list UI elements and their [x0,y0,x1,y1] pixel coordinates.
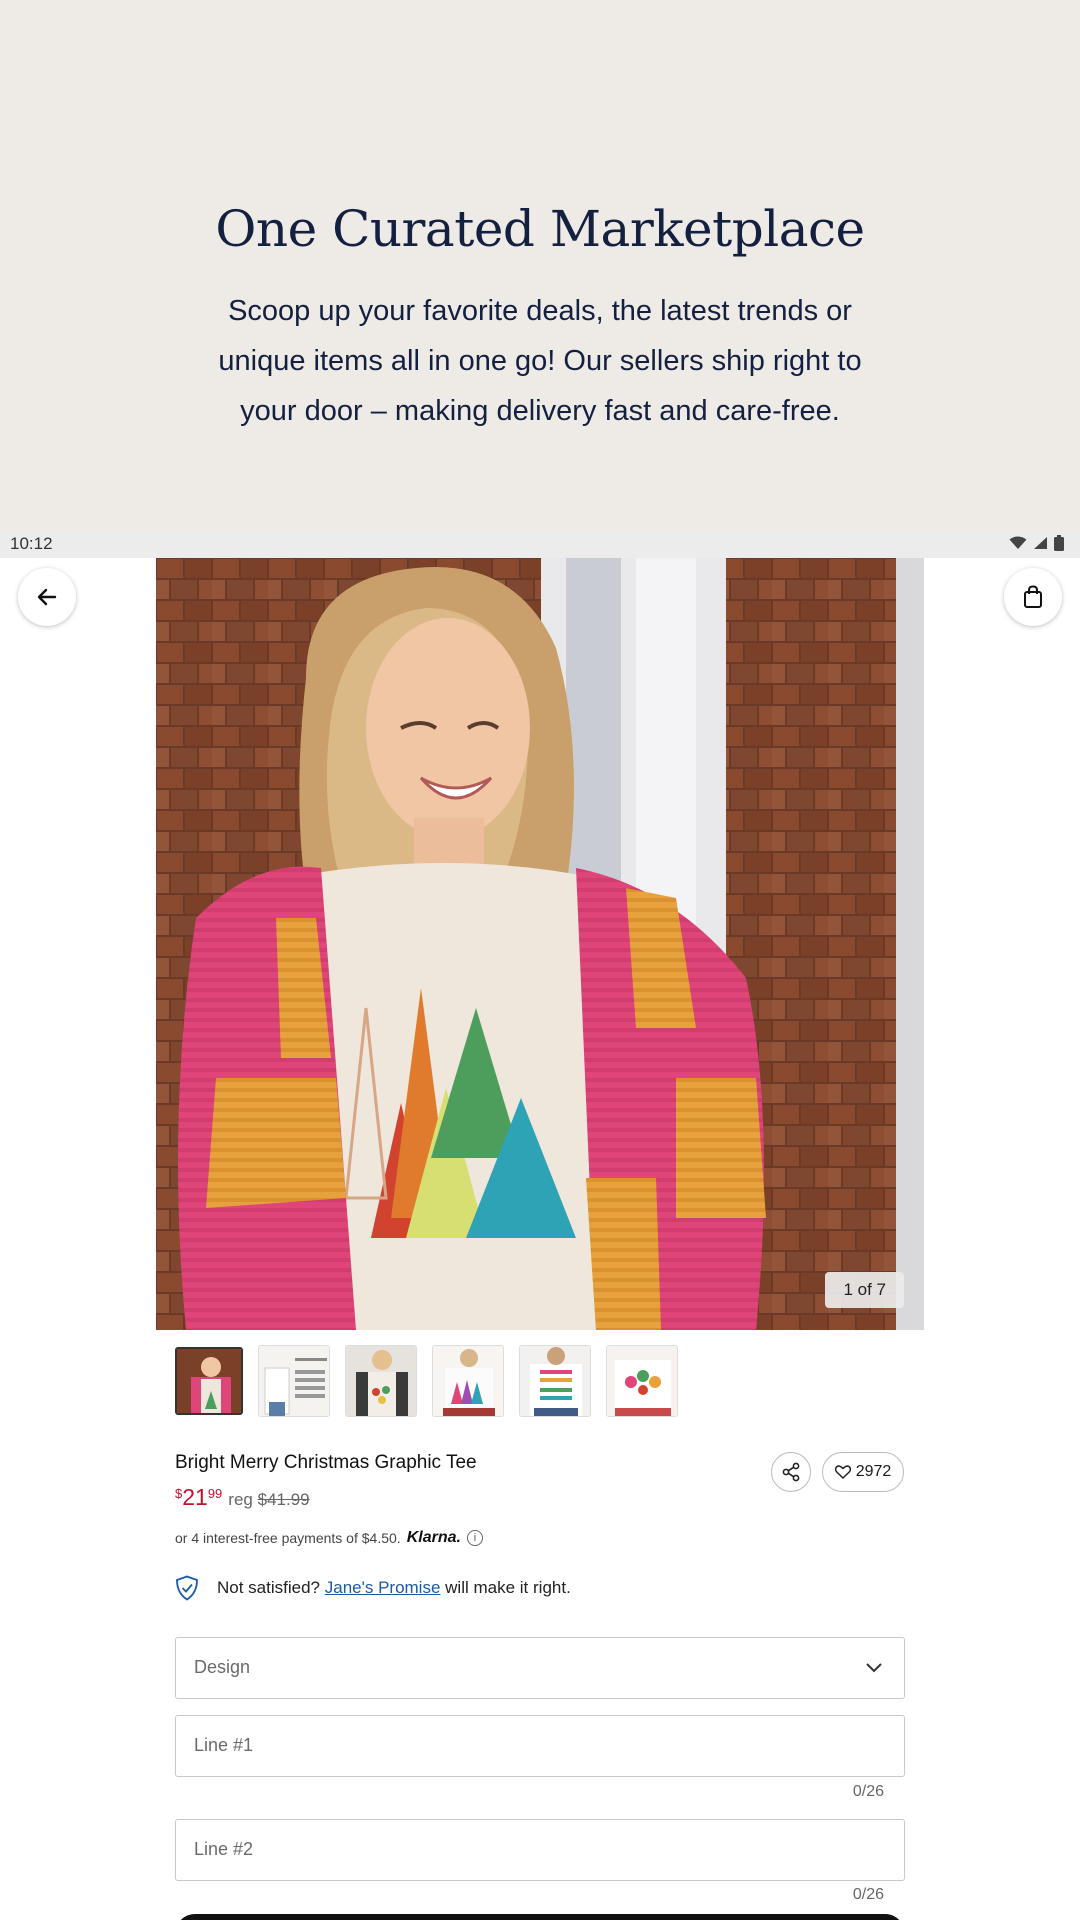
line2-placeholder: Line #2 [194,1839,254,1859]
thumbnail-5[interactable] [519,1345,591,1417]
promo-body: Scoop up your favorite deals, the latest… [218,295,862,427]
shopping-bag-icon [1024,585,1042,608]
currency-symbol: $ [175,1486,183,1501]
thumbnail-strip [175,1345,678,1417]
janes-promise-link[interactable]: Jane's Promise [325,1578,441,1597]
line2-input[interactable]: Line #2 [175,1819,905,1881]
promise-suffix: will make it right. [445,1578,571,1597]
price-whole: 21 [182,1484,208,1510]
line2-char-counter: 0/26 [852,1886,884,1903]
thumbnail-2[interactable] [258,1345,330,1417]
cart-button[interactable] [1004,568,1062,626]
promise-text: Not satisfied? Jane's Promise will make … [217,1578,571,1598]
promo-title: One Curated Marketplace [215,200,865,258]
image-counter: 1 of 7 [825,1272,904,1308]
regular-price: reg $41.99 [228,1490,309,1510]
back-button[interactable] [18,568,76,626]
design-select[interactable]: Design [175,1637,905,1699]
shield-check-icon [176,1575,198,1601]
info-icon[interactable]: i [466,1530,483,1546]
heart-icon [834,1465,851,1479]
price-block: $2199 reg $41.99 [175,1484,310,1511]
sale-price: $2199 [175,1484,222,1511]
status-time: 10:12 [10,534,53,553]
reg-label: reg [228,1490,253,1509]
price-cents: 99 [207,1486,223,1501]
product-title: Bright Merry Christmas Graphic Tee [175,1452,477,1473]
thumbnail-3[interactable] [345,1345,417,1417]
wifi-icon [1009,536,1027,549]
product-image[interactable]: 1 of 7 [156,558,924,1330]
thumbnail-1[interactable] [175,1347,243,1415]
chevron-down-icon [866,1663,882,1673]
product-photo [156,558,924,1330]
battery-icon [1054,535,1064,551]
add-to-bag-button[interactable] [175,1914,905,1920]
line1-input[interactable]: Line #1 [175,1715,905,1777]
reg-price-value: $41.99 [257,1490,310,1509]
promo-banner: One Curated Marketplace Scoop up your fa… [0,0,1080,530]
thumbnail-4[interactable] [432,1345,504,1417]
arrow-left-icon [37,588,57,606]
thumbnail-6[interactable] [606,1345,678,1417]
signal-icon [1034,537,1047,549]
klarna-installments: or 4 interest-free payments of $4.50. Kl… [175,1529,483,1547]
installments-text: or 4 interest-free payments of $4.50. [175,1530,401,1546]
klarna-logo: Klarna. [406,1529,461,1546]
favorite-button[interactable]: 2972 [822,1452,904,1492]
janes-promise: Not satisfied? Jane's Promise will make … [175,1575,571,1601]
status-icons [1009,535,1064,551]
design-select-label: Design [194,1657,251,1677]
promise-prefix: Not satisfied? [217,1578,320,1597]
line1-char-counter: 0/26 [852,1783,884,1800]
share-button[interactable] [771,1452,811,1492]
favorites-count: 2972 [855,1463,892,1480]
share-icon [782,1462,800,1482]
line1-placeholder: Line #1 [194,1735,254,1755]
status-bar: 10:12 [0,530,1080,558]
